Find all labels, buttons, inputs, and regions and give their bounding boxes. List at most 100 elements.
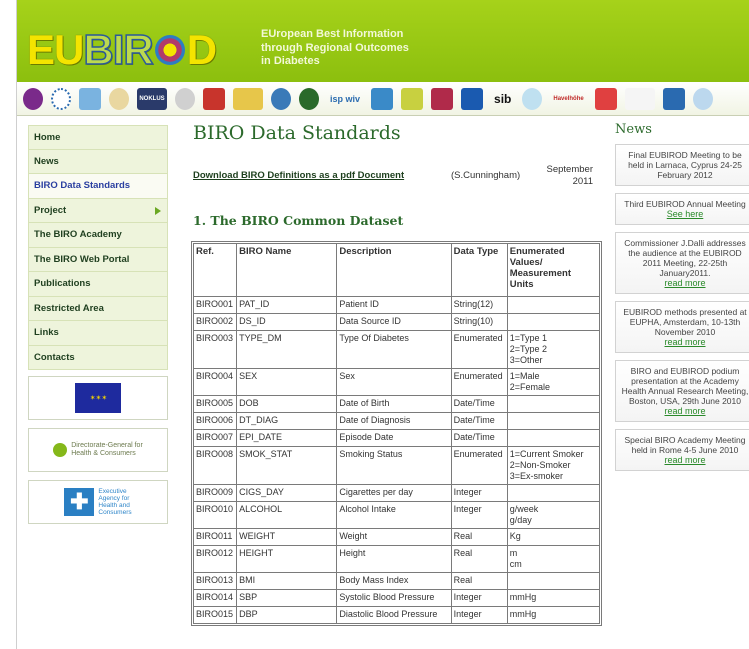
news-sidebar: News Final EUBIROD Meeting to be held in… (615, 122, 749, 478)
cell-ref: BIRO007 (192, 429, 238, 447)
news-item[interactable]: Commissioner J.Dalli addresses the audie… (615, 232, 749, 294)
news-item[interactable]: BIRO and EUBIROD podium presentation at … (615, 360, 749, 422)
enum-value: 2=Non-Smoker (509, 460, 571, 470)
table-row: BIRO011 WEIGHT Weight Real Kg (192, 528, 601, 546)
nav-item-contacts[interactable]: Contacts (28, 345, 168, 370)
cell-data-type: String(10) (450, 313, 508, 331)
partner-logo-9-icon[interactable] (271, 87, 291, 110)
cell-data-type: Date/Time (450, 412, 508, 430)
agency-logo-icon: ✚ (64, 488, 95, 516)
enum-value: cm (509, 559, 522, 569)
download-date: September 2011 (533, 164, 593, 188)
cell-enumerated (506, 484, 601, 502)
news-item[interactable]: Special BIRO Academy Meeting held in Rom… (615, 429, 749, 471)
download-row: Download BIRO Definitions as a pdf Docum… (193, 164, 603, 190)
eu-flag-sponsor[interactable]: ✶ ✶ ✶ (28, 376, 168, 420)
news-item[interactable]: Third EUBIROD Annual Meeting See here (615, 193, 749, 225)
isp-wiv-logo-icon[interactable]: isp wiv (327, 88, 363, 110)
cell-ref: BIRO011 (192, 528, 238, 546)
table-row: BIRO006 DT_DIAG Date of Diagnosis Date/Time (192, 412, 601, 430)
news-read-more-link[interactable]: See here (667, 209, 704, 219)
nav-item-home[interactable]: Home (28, 125, 168, 150)
table-row: BIRO008 SMOK_STAT Smoking Status Enumerated… (192, 446, 601, 485)
cell-ref: BIRO008 (192, 446, 238, 485)
cell-description: Type Of Diabetes (336, 330, 452, 369)
table-row: BIRO001 PAT_ID Patient ID String(12) (192, 296, 601, 314)
partner-logo-7-icon[interactable] (203, 87, 225, 110)
partner-logo-2-icon[interactable] (51, 87, 71, 110)
partner-logo-15-icon[interactable] (461, 87, 484, 110)
eubirod-logo[interactable]: E U B I R D (27, 26, 217, 73)
news-read-more-link[interactable]: read more (664, 455, 705, 465)
partner-logo-6-icon[interactable] (175, 87, 195, 110)
cell-enumerated: 1=Current Smoker 2=Non-Smoker 3=Ex-smoker (506, 446, 601, 485)
logo-letter-r: R (123, 26, 155, 73)
table-row: BIRO004 SEX Sex Enumerated 1=Male 2=Female (192, 368, 601, 396)
news-read-more-link[interactable]: read more (664, 406, 705, 416)
havelhohe-logo-icon[interactable]: Havelhöhe (550, 88, 586, 110)
partner-logo-12-icon[interactable] (371, 87, 394, 110)
cell-description: Smoking Status (336, 446, 452, 485)
cell-biro-name: BMI (236, 572, 338, 590)
cell-biro-name: ALCOHOL (236, 501, 338, 529)
cell-data-type: Enumerated (450, 330, 508, 369)
cell-enumerated: mmHg (506, 606, 601, 624)
nav-item-publications[interactable]: Publications (28, 272, 168, 297)
nav-item-restricted-area[interactable]: Restricted Area (28, 296, 168, 321)
nav-item-project[interactable]: Project (28, 198, 168, 223)
news-item[interactable]: EUBIROD methods presented at EUPHA, Amst… (615, 301, 749, 353)
cell-data-type: Date/Time (450, 395, 508, 413)
partner-logo-10-icon[interactable] (299, 87, 319, 110)
partner-logo-19-icon[interactable] (594, 87, 617, 110)
partner-logo-strip: NOKLUS isp wiv sib Havelhöhe (17, 82, 749, 116)
apple-icon (53, 443, 68, 457)
partner-logo-20-icon[interactable] (624, 87, 655, 110)
dg-health-sponsor[interactable]: Directorate-General for Health & Consume… (28, 428, 168, 472)
nav-item-biro-academy[interactable]: The BIRO Academy (28, 223, 168, 248)
enum-value: g/week (509, 504, 539, 514)
cell-description: Height (336, 545, 452, 573)
nav-item-biro-data-standards[interactable]: BIRO Data Standards (28, 174, 168, 199)
download-date-line: September (546, 164, 593, 175)
health-agency-sponsor[interactable]: ✚ Executive Agency for Health and Consum… (28, 480, 168, 524)
havelhohe-text: Havelhöhe (553, 95, 584, 102)
partner-logo-3-icon[interactable] (79, 87, 101, 110)
cell-enumerated: mmHg (506, 589, 601, 607)
cell-data-type: Integer (450, 589, 508, 607)
enum-value: 2=Type 2 (509, 344, 548, 354)
partner-logo-4-icon[interactable] (109, 87, 129, 110)
cell-biro-name: WEIGHT (236, 528, 338, 546)
enum-value: 3=Other (509, 355, 543, 365)
partner-logo-17-icon[interactable] (522, 87, 543, 110)
sib-logo-icon[interactable]: sib (491, 88, 514, 110)
partner-logo-13-icon[interactable] (401, 87, 424, 110)
partner-logo-1-icon[interactable] (23, 87, 43, 110)
nav-item-links[interactable]: Links (28, 321, 168, 346)
nav-item-biro-web-portal[interactable]: The BIRO Web Portal (28, 247, 168, 272)
news-read-more-link[interactable]: read more (664, 278, 705, 288)
partner-logo-8-icon[interactable] (233, 87, 263, 110)
cell-enumerated: 1=Male 2=Female (506, 368, 601, 396)
column-header-description: Description (336, 243, 452, 297)
cell-biro-name: DOB (236, 395, 338, 413)
nav-item-news[interactable]: News (28, 149, 168, 174)
logo-letter-u: U (54, 26, 84, 73)
isp-wiv-text: isp wiv (330, 93, 361, 104)
news-read-more-link[interactable]: read more (664, 337, 705, 347)
enum-value: mmHg (509, 609, 537, 619)
table-row: BIRO012 HEIGHT Height Real m cm (192, 545, 601, 573)
nokloc-logo-icon[interactable]: NOKLUS (137, 87, 167, 110)
agency-line: Health and (98, 502, 130, 509)
cell-biro-name: DS_ID (236, 313, 338, 331)
partner-logo-22-icon[interactable] (692, 87, 713, 110)
cell-biro-name: PAT_ID (236, 296, 338, 314)
cell-description: Body Mass Index (336, 572, 452, 590)
table-row: BIRO013 BMI Body Mass Index Real (192, 572, 601, 590)
news-item[interactable]: Final EUBIROD Meeting to be held in Larn… (615, 144, 749, 186)
partner-logo-21-icon[interactable] (662, 87, 685, 110)
page-title: BIRO Data Standards (193, 122, 401, 144)
download-pdf-link[interactable]: Download BIRO Definitions as a pdf Docum… (193, 170, 404, 181)
enum-value: 3=Ex-smoker (509, 471, 564, 481)
partner-logo-14-icon[interactable] (431, 87, 454, 110)
chevron-right-icon (155, 206, 161, 215)
